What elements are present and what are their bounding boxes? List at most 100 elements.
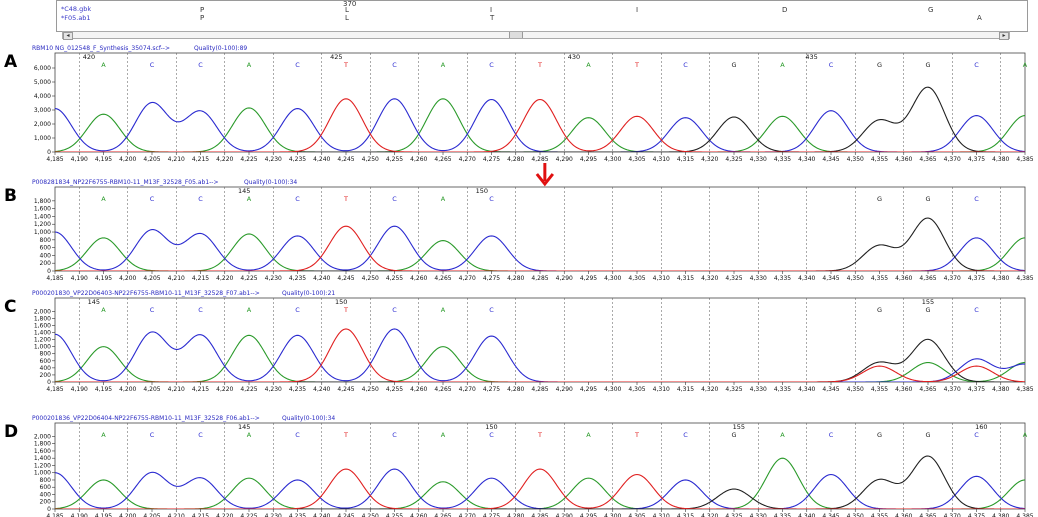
x-tick-label: 4,195	[95, 275, 112, 282]
base-call: A	[101, 61, 106, 69]
x-tick-label: 4,205	[143, 386, 160, 393]
x-tick-label: 4,355	[871, 386, 888, 393]
trace-G	[55, 338, 1025, 382]
base-call: G	[925, 306, 930, 314]
x-tick-label: 4,350	[847, 386, 864, 393]
x-tick-label: 4,320	[701, 156, 718, 163]
x-tick-label: 4,215	[192, 156, 209, 163]
base-call: C	[974, 61, 979, 69]
x-tick-label: 4,350	[847, 275, 864, 282]
base-call: G	[731, 431, 736, 439]
x-tick-label: 4,335	[774, 513, 791, 517]
x-tick-label: 4,200	[119, 275, 136, 282]
base-call: T	[634, 61, 639, 69]
x-tick-label: 4,225	[240, 386, 257, 393]
base-call: T	[343, 61, 348, 69]
x-tick-label: 4,295	[580, 386, 597, 393]
base-call: C	[198, 306, 203, 314]
position-label: 145	[238, 187, 250, 195]
x-tick-label: 4,315	[677, 513, 694, 517]
x-tick-label: 4,235	[289, 275, 306, 282]
y-tick-label: 600	[40, 484, 52, 491]
base-call: G	[877, 61, 882, 69]
x-tick-label: 4,305	[628, 513, 645, 517]
x-tick-label: 4,250	[362, 156, 379, 163]
trace-G	[55, 217, 1025, 271]
x-tick-label: 4,270	[459, 156, 476, 163]
x-tick-label: 4,335	[774, 386, 791, 393]
x-tick-label: 4,195	[95, 386, 112, 393]
x-tick-label: 4,345	[822, 513, 839, 517]
base-call: C	[489, 431, 494, 439]
position-label: 155	[922, 298, 934, 306]
trace-G	[55, 86, 1025, 152]
x-tick-label: 4,360	[895, 275, 912, 282]
y-tick-label: 400	[40, 491, 52, 498]
x-tick-label: 4,190	[71, 275, 88, 282]
trace-C	[55, 328, 1025, 382]
base-call: A	[780, 61, 785, 69]
x-tick-label: 4,195	[95, 513, 112, 517]
y-tick-label: 1,400	[34, 455, 51, 462]
x-tick-label: 4,230	[265, 386, 282, 393]
trace-C	[55, 98, 1025, 152]
x-tick-label: 4,315	[677, 156, 694, 163]
base-call: C	[295, 61, 300, 69]
x-tick-label: 4,220	[216, 275, 233, 282]
y-tick-label: 600	[40, 358, 52, 365]
x-tick-label: 4,305	[628, 386, 645, 393]
x-tick-label: 4,290	[556, 386, 573, 393]
base-call: G	[925, 195, 930, 203]
x-tick-label: 4,340	[798, 386, 815, 393]
y-tick-label: 1,600	[34, 448, 51, 455]
base-call: A	[441, 431, 446, 439]
x-tick-label: 4,290	[556, 513, 573, 517]
base-call: C	[150, 195, 155, 203]
base-call: T	[343, 195, 348, 203]
x-tick-label: 4,370	[944, 386, 961, 393]
x-tick-label: 4,300	[604, 513, 621, 517]
base-call: C	[295, 306, 300, 314]
y-tick-label: 200	[40, 260, 52, 267]
x-tick-label: 4,190	[71, 386, 88, 393]
x-tick-label: 4,325	[725, 275, 742, 282]
x-tick-label: 4,340	[798, 156, 815, 163]
y-tick-label: 4,000	[34, 93, 51, 100]
position-label: 145	[88, 298, 100, 306]
y-tick-label: 0	[47, 268, 51, 275]
x-tick-label: 4,370	[944, 513, 961, 517]
base-call: C	[295, 431, 300, 439]
x-tick-label: 4,360	[895, 156, 912, 163]
x-tick-label: 4,260	[410, 386, 427, 393]
base-call: C	[198, 431, 203, 439]
x-tick-label: 4,345	[822, 156, 839, 163]
base-call: C	[150, 431, 155, 439]
y-tick-label: 800	[40, 237, 52, 244]
base-call: A	[247, 431, 252, 439]
x-tick-label: 4,340	[798, 513, 815, 517]
y-tick-label: 0	[47, 379, 51, 386]
x-tick-label: 4,245	[337, 386, 354, 393]
x-tick-label: 4,335	[774, 156, 791, 163]
x-tick-label: 4,280	[507, 386, 524, 393]
x-tick-label: 4,240	[313, 386, 330, 393]
x-tick-label: 4,195	[95, 156, 112, 163]
x-tick-label: 4,355	[871, 275, 888, 282]
chromatogram-figure: A RBM10 NG_012548_F_Synthesis_35074.scf--…	[4, 45, 1034, 517]
x-tick-label: 4,365	[919, 275, 936, 282]
position-label: 145	[238, 423, 250, 431]
base-call: G	[877, 431, 882, 439]
x-tick-label: 4,310	[653, 513, 670, 517]
x-tick-label: 4,265	[434, 156, 451, 163]
trace-panel-a: A RBM10 NG_012548_F_Synthesis_35074.scf--…	[4, 45, 1034, 163]
trace-A	[55, 98, 1025, 152]
x-tick-label: 4,375	[968, 386, 985, 393]
trace-panel-d: D P000201836_VP22D06404-NP22F6755-RBM10-1…	[4, 415, 1034, 517]
base-call: T	[634, 431, 639, 439]
base-call: A	[586, 431, 591, 439]
y-tick-label: 1,200	[34, 462, 51, 469]
x-tick-label: 4,205	[143, 156, 160, 163]
y-tick-label: 1,800	[34, 441, 51, 448]
x-tick-label: 4,275	[483, 156, 500, 163]
base-call: A	[101, 195, 106, 203]
